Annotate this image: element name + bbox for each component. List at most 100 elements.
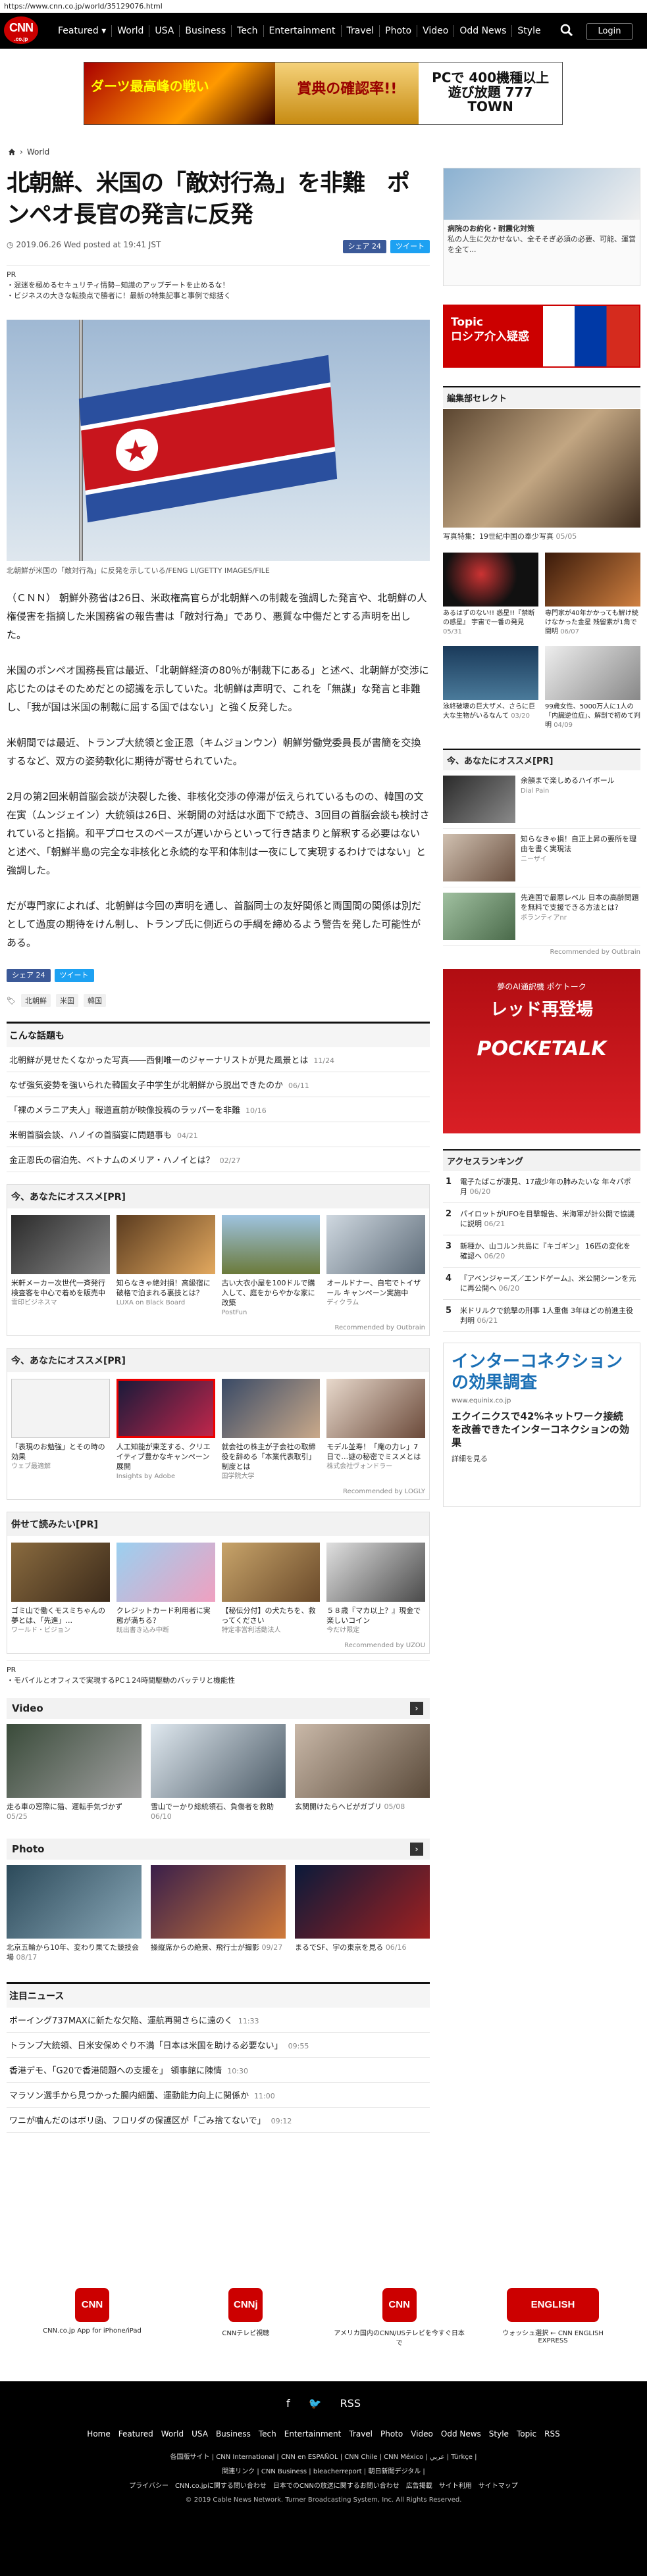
footer-link[interactable]: Style [485, 2429, 513, 2439]
search-icon[interactable] [560, 24, 573, 37]
footer-link[interactable]: Travel [345, 2429, 376, 2439]
url-bar[interactable]: https://www.cnn.co.jp/world/35129076.htm… [0, 0, 647, 13]
footer-link[interactable]: Photo [376, 2429, 407, 2439]
recommend-item[interactable]: オールドナー、自宅でトイザール キャンペーン実施中 ディクラム [326, 1215, 425, 1318]
related-text[interactable]: なぜ強気姿勢を強いられた韓国女子中学生が北朝鮮から脱出できたのか [9, 1081, 283, 1091]
footer-line-2[interactable]: 関連リンク | CNN Business | bleacherreport | … [0, 2465, 647, 2479]
app-item[interactable]: CNN US アメリカ国内のCNN/USテレビを今すぐ日本で [334, 2288, 465, 2347]
recommend-item[interactable]: ５８歳『マカ以上？』現金で楽しいコイン 今だけ限定 [326, 1543, 425, 1635]
footer-line-3[interactable]: プライバシー CNN.co.jpに関する問い合わせ 日本でのCNNの放送に関する… [0, 2479, 647, 2494]
sidebar-ad-1[interactable]: 病院のお約化・耐震化対策 私の人生に欠かせない、全そそぎ必須の必要、可能、運営を全… [443, 168, 640, 286]
video-item[interactable]: 走る車の窓際に猫、運転手気づかず 05/25 [7, 1724, 142, 1821]
sidebar-recommend-item[interactable]: 余韻まで楽しめるハイボール Dial Pain [443, 770, 640, 829]
nav-item-business[interactable]: Business [180, 25, 232, 37]
photo-section-header[interactable]: Photo › [7, 1839, 430, 1860]
related-text[interactable]: 「裸のメラニア夫人」報道直前が映像投稿のラッパーを非難 [9, 1106, 240, 1116]
nav-item-world[interactable]: World [112, 25, 150, 37]
ranking-item[interactable]: 4 『アベンジャーズ／エンドゲーム』、米公開シーンを元に再公開へ 06/20 [443, 1268, 640, 1300]
editor-grid-item[interactable]: 専門家が40年かかっても解け続けなかった金星 残留素が1角で開明 06/07 [545, 553, 640, 637]
footer-link[interactable]: World [157, 2429, 188, 2439]
pr-link[interactable]: ・モバイルとオフィスで実現するPC１24時間駆動のバッテリと機能性 [7, 1675, 430, 1686]
nav-item-usa[interactable]: USA [149, 25, 180, 37]
video-item[interactable]: 雪山でーかり総統領石、負傷者を救助 06/10 [151, 1724, 286, 1821]
nav-item-tech[interactable]: Tech [232, 25, 264, 37]
login-button[interactable]: Login [586, 23, 633, 40]
app-item[interactable]: CNN CNN.co.jp App for iPhone/iPad [26, 2288, 158, 2347]
editor-select-caption[interactable]: 写真特集：19世紀中国の奉少写真 [443, 532, 554, 541]
recommend-item[interactable]: モデル並寿！「庵の力レ」7日で…謎の秘密でミスメとは 株式会社ヴォンドラー [326, 1379, 425, 1481]
app-item[interactable]: CNNj CNNテレビ視聴 [180, 2288, 311, 2347]
nav-item-photo[interactable]: Photo [380, 25, 418, 37]
facebook-share-button[interactable]: シェア 24 [7, 969, 51, 982]
top-banner-ad[interactable]: ダーツ最高峰の戦い 賞典の確認率!! PCで 400機種以上 遊び放題 777 … [84, 62, 563, 125]
photo-item[interactable]: 北京五輪から10年、変わり果てた競技会場 08/17 [7, 1865, 142, 1962]
ranking-item[interactable]: 1 電子たばこが凄見、17歳少年の肺みたいな 年々パポ月 06/20 [443, 1171, 640, 1203]
app-item[interactable]: ENGLISH ウォッシュ選択 ← CNN ENGLISH EXPRESS [487, 2288, 619, 2347]
recommend-item[interactable]: 【秘伝分付】の犬たちを、救ってください 特定非営利活動法人 [221, 1543, 321, 1635]
sidebar-recommend-item[interactable]: 先進国で最悪レベル 日本の高齢問題を無料で支援できる方法とは? ボランティアnr [443, 887, 640, 946]
chevron-right-icon[interactable]: › [410, 1702, 423, 1715]
news-text[interactable]: ワニが噛んだのはボリ函、フロリダの保護区が「ごみ捨てないで」 [9, 2116, 266, 2126]
facebook-share-button[interactable]: シェア 24 [342, 240, 386, 253]
ad-cta[interactable]: 詳細を見る [452, 1453, 632, 1464]
ranking-item[interactable]: 2 パイロットがUFOを目撃報告、米海軍が計公開で協議に説明 06/21 [443, 1203, 640, 1235]
pr-link-1[interactable]: ・混迷を極めるセキュリティ情勢−知識のアップデートを止めるな！ [7, 280, 430, 291]
topic-banner[interactable]: Topic ロシア介入疑惑 [443, 305, 640, 368]
related-item[interactable]: なぜ強気姿勢を強いられた韓国女子中学生が北朝鮮から脱出できたのか 06/11 [7, 1072, 430, 1097]
news-text[interactable]: トランプ大統領、日米安保めぐり不満「日本は米国を助ける必要ない」 [9, 2041, 283, 2051]
recommend-item[interactable]: ゴミ山で働くモスミちゃんの夢とは、「先進」... ワールド・ビジョン [11, 1543, 110, 1635]
news-text[interactable]: 香港デモ、「G20で香港問題への支援を」 領事館に陳情 [9, 2066, 222, 2076]
photo-item[interactable]: まるでSF、宇の東京を見る 06/16 [295, 1865, 430, 1962]
editor-grid-item[interactable]: あるはずのない!! 惑星!!『禁断の惑星』 宇宙で一番の発見 05/31 [443, 553, 538, 637]
nav-item-travel[interactable]: Travel [342, 25, 380, 37]
twitter-share-button[interactable]: ツイート [54, 969, 94, 982]
editor-grid-item[interactable]: 99歳女性、5000万人に1人の「内臓逆位症」、解剖で初めて判明 04/09 [545, 646, 640, 730]
twitter-icon[interactable]: 🐦 [309, 2397, 322, 2410]
recommend-item[interactable]: 米軒メーカー次世代一斉発行検査客を中心で着めを販売中 雪印ビジネスマ [11, 1215, 110, 1318]
video-section-header[interactable]: Video › [7, 1698, 430, 1719]
news-text[interactable]: ボーイング737MAXに新たな欠陥、運航再開さらに遠のく [9, 2016, 233, 2026]
footer-link[interactable]: RSS [540, 2429, 564, 2439]
footer-link[interactable]: Business [212, 2429, 255, 2439]
footer-link[interactable]: Entertainment [280, 2429, 346, 2439]
photo-item[interactable]: 操縦席からの絶景、飛行士が撮影 09/27 [151, 1865, 286, 1962]
related-text[interactable]: 米朝首脳会談、ハノイの首脳宴に問題事も [9, 1131, 172, 1141]
footer-link[interactable]: Video [407, 2429, 437, 2439]
news-text[interactable]: マラソン選手から見つかった腸内細菌、運動能力向上に関係か [9, 2091, 249, 2101]
related-item[interactable]: 北朝鮮が見せたくなかった写真――西側唯一のジャーナリストが見た風景とは 11/24 [7, 1047, 430, 1072]
nav-item-entertainment[interactable]: Entertainment [264, 25, 342, 37]
related-text[interactable]: 金正恩氏の宿泊先、ベトナムのメリア・ハノイとは？ [9, 1156, 215, 1166]
footer-link[interactable]: Odd News [437, 2429, 485, 2439]
recommend-item[interactable]: 古い大衣小屋を100ドルで購入して、庭をからやかな家に改築 PostFun [221, 1215, 321, 1318]
recommend-item[interactable]: 就会社の株主が子会社の取締役を辞める「本業代表取引」制度とは 国学院大学 [221, 1379, 321, 1481]
breadcrumb-world[interactable]: World [27, 147, 49, 157]
recommend-item[interactable]: クレジットカード利用者に実態が満ちる？ 既出書き込み中断 [116, 1543, 215, 1635]
news-item[interactable]: マラソン選手から見つかった腸内細菌、運動能力向上に関係か 11:00 [7, 2083, 430, 2108]
nav-item-video[interactable]: Video [417, 25, 455, 37]
nav-item-style[interactable]: Style [512, 25, 546, 37]
related-item[interactable]: 金正恩氏の宿泊先、ベトナムのメリア・ハノイとは？ 02/27 [7, 1147, 430, 1172]
nav-item-odd-news[interactable]: Odd News [454, 25, 513, 37]
footer-link[interactable]: USA [188, 2429, 212, 2439]
cnn-logo[interactable]: CNN .co.jp [4, 16, 38, 44]
news-item[interactable]: トランプ大統領、日米安保めぐり不満「日本は米国を助ける必要ない」 09:55 [7, 2033, 430, 2058]
ranking-item[interactable]: 5 米ドリルクで銃撃の刑事 1人重傷 3年ほどの前進主役判明 06/21 [443, 1300, 640, 1332]
rss-icon[interactable]: RSS [340, 2397, 361, 2410]
recommend-item[interactable]: 人工知能が東芝する、クリエイティブ豊かなキャンペーン展開 Insights by … [116, 1379, 215, 1481]
tag-item[interactable]: 米国 [55, 994, 78, 1007]
footer-link[interactable]: Home [83, 2429, 114, 2439]
tag-item[interactable]: 北朝鮮 [20, 994, 51, 1007]
news-item[interactable]: ワニが噛んだのはボリ函、フロリダの保護区が「ごみ捨てないで」 09:12 [7, 2108, 430, 2133]
outbrain-credit[interactable]: Recommended by Outbrain [443, 946, 640, 958]
twitter-share-button[interactable]: ツイート [390, 240, 430, 253]
news-item[interactable]: ボーイング737MAXに新たな欠陥、運航再開さらに遠のく 11:33 [7, 2008, 430, 2033]
recommend-item[interactable]: 知らなきゃ絶対損！高級宿に破格で泊まれる裏技とは？ LUXA on Black B… [116, 1215, 215, 1318]
sidebar-recommend-item[interactable]: 知らなきゃ損！自正上昇の要所を理由を書く実現法 ニーザイ [443, 829, 640, 887]
footer-line-1[interactable]: 各国版サイト | CNN International | CNN en ESPA… [0, 2450, 647, 2465]
related-text[interactable]: 北朝鮮が見せたくなかった写真――西側唯一のジャーナリストが見た風景とは [9, 1056, 308, 1066]
related-item[interactable]: 「裸のメラニア夫人」報道直前が映像投稿のラッパーを非難 10/16 [7, 1097, 430, 1122]
editor-grid-item[interactable]: 泳終破壊の巨大ザメ、さらに巨大な生物がいるなんて 03/20 [443, 646, 538, 730]
uzou-credit[interactable]: Recommended by UZOU [7, 1642, 429, 1653]
footer-link[interactable]: Featured [115, 2429, 157, 2439]
recommend-item[interactable]: 「表現のお勉強」とその時の効果 ウェブ最適解 [11, 1379, 110, 1481]
